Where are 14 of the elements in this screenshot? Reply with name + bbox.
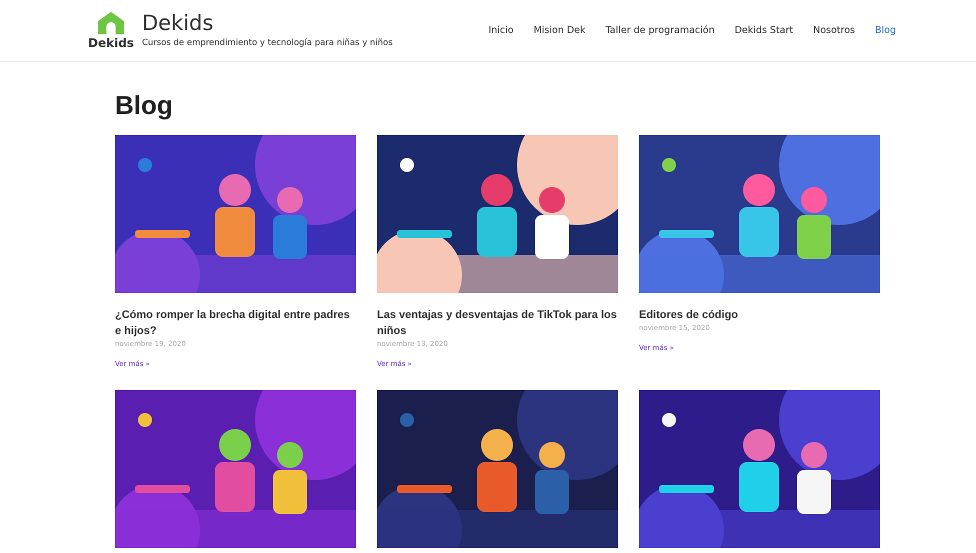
site-name[interactable]: Dekids <box>142 11 393 35</box>
nav-link[interactable]: Mision Dek <box>534 25 586 36</box>
nav-link[interactable]: Inicio <box>488 25 514 36</box>
post-title[interactable]: Las ventajas y desventajas de TikTok para los niños <box>377 307 618 339</box>
post-title[interactable]: Editores de código <box>639 307 738 323</box>
page-title: Blog <box>115 90 174 121</box>
post-title[interactable]: ¿Cómo romper la brecha digital entre padres e hijos? <box>115 307 356 339</box>
nav-link[interactable]: Taller de programación <box>606 25 715 36</box>
nav-link[interactable]: Nosotros <box>813 25 855 36</box>
logo-text: Dekids <box>88 36 134 50</box>
nav-link[interactable]: Dekids Start <box>734 25 794 36</box>
site-tagline: Cursos de emprendimiento y tecnología para niñas y niños <box>142 38 393 48</box>
nav-link[interactable]: Blog <box>875 25 896 36</box>
house-logo-icon <box>96 11 125 35</box>
